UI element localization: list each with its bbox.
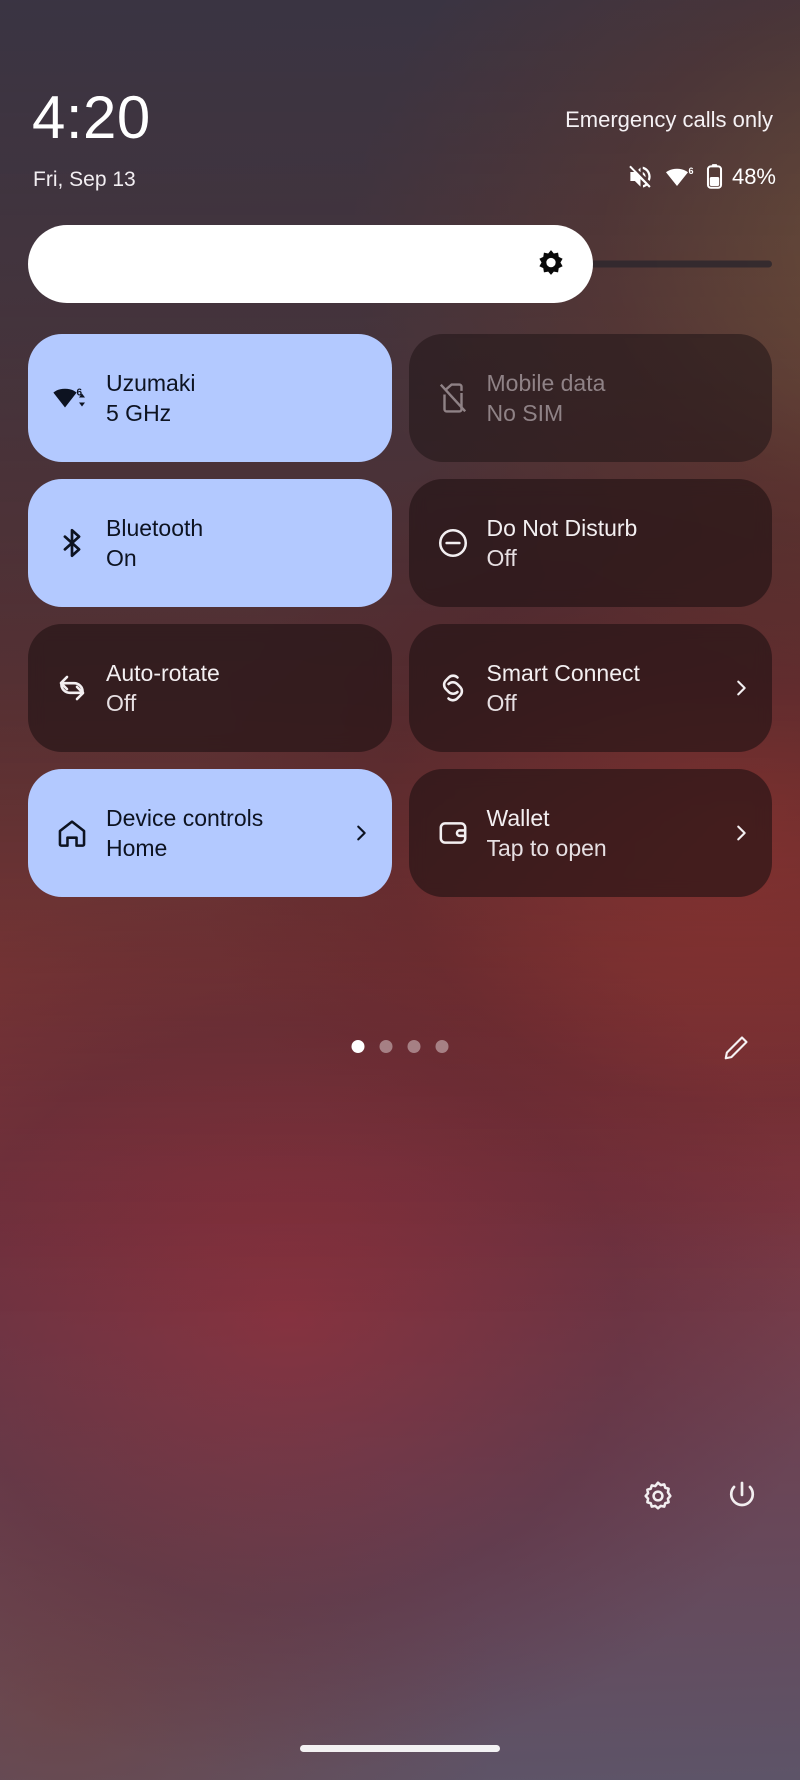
tile-subtitle: Off: [486, 690, 517, 716]
tile-title: Device controls: [106, 805, 264, 831]
tile-device-controls[interactable]: Device controls Home: [28, 769, 392, 897]
pencil-icon: [721, 1033, 751, 1068]
power-button[interactable]: [722, 1478, 762, 1518]
status-icons: 6 48%: [627, 163, 776, 190]
tile-pager: [0, 1020, 800, 1076]
shade-footer-actions: [638, 1478, 762, 1518]
tile-wallet[interactable]: Wallet Tap to open: [408, 769, 772, 897]
chevron-right-icon[interactable]: [348, 822, 374, 844]
wallet-icon: [433, 816, 473, 850]
chevron-right-icon[interactable]: [728, 677, 754, 699]
home-icon: [52, 816, 92, 850]
date-label: Fri, Sep 13: [33, 168, 136, 191]
no-sim-icon: [433, 381, 473, 415]
tile-title: Smart Connect: [486, 660, 640, 686]
tile-subtitle: Off: [486, 545, 517, 571]
quick-settings-screen: 4:20 Fri, Sep 13 Emergency calls only 6: [0, 0, 800, 1780]
volume-off-icon: [627, 163, 654, 190]
quick-settings-tiles: 6 Uzumaki 5 GHz Mobile data No SIM Bluet…: [28, 334, 772, 897]
tile-smart-connect[interactable]: Smart Connect Off: [408, 624, 772, 752]
tile-subtitle: Off: [106, 690, 137, 716]
tile-wifi[interactable]: 6 Uzumaki 5 GHz: [28, 334, 392, 462]
tile-title: Uzumaki: [106, 370, 196, 396]
wifi-6-icon: 6: [52, 381, 92, 415]
tile-subtitle: No SIM: [486, 400, 564, 426]
wifi-6-icon: 6: [665, 163, 695, 190]
tile-do-not-disturb[interactable]: Do Not Disturb Off: [408, 479, 772, 607]
home-indicator[interactable]: [300, 1745, 500, 1752]
tile-mobile-data[interactable]: Mobile data No SIM: [408, 334, 772, 462]
gear-icon: [641, 1479, 675, 1518]
page-dot-2[interactable]: [379, 1040, 393, 1053]
tile-subtitle: Home: [106, 835, 168, 861]
tile-subtitle: 5 GHz: [106, 400, 172, 426]
edit-tiles-button[interactable]: [719, 1033, 753, 1067]
battery-percent-label: 48%: [731, 163, 776, 189]
svg-text:6: 6: [688, 166, 693, 176]
page-dot-1[interactable]: [351, 1040, 365, 1053]
power-icon: [725, 1479, 759, 1518]
tile-title: Bluetooth: [106, 515, 204, 541]
bluetooth-icon: [52, 526, 92, 560]
tile-auto-rotate[interactable]: Auto-rotate Off: [28, 624, 392, 752]
tile-bluetooth[interactable]: Bluetooth On: [28, 479, 392, 607]
tile-subtitle: On: [106, 545, 137, 571]
carrier-label: Emergency calls only: [565, 107, 773, 132]
shade-header: 4:20 Fri, Sep 13 Emergency calls only 6: [0, 0, 800, 215]
brightness-icon: [535, 248, 567, 280]
settings-button[interactable]: [638, 1478, 678, 1518]
tile-title: Wallet: [486, 805, 550, 831]
auto-rotate-icon: [52, 671, 92, 705]
page-dot-3[interactable]: [407, 1040, 421, 1053]
tile-title: Auto-rotate: [106, 660, 220, 686]
smart-connect-icon: [433, 671, 473, 705]
page-indicator-dots[interactable]: [351, 1040, 449, 1053]
battery-icon: [706, 163, 723, 190]
tile-subtitle: Tap to open: [486, 835, 607, 861]
clock: 4:20: [32, 84, 151, 151]
chevron-right-icon[interactable]: [728, 822, 754, 844]
tile-title: Do Not Disturb: [486, 515, 638, 541]
page-dot-4[interactable]: [435, 1040, 449, 1053]
brightness-fill: [28, 225, 594, 303]
dnd-icon: [433, 526, 473, 560]
brightness-slider[interactable]: [28, 225, 772, 303]
tile-title: Mobile data: [486, 370, 606, 396]
